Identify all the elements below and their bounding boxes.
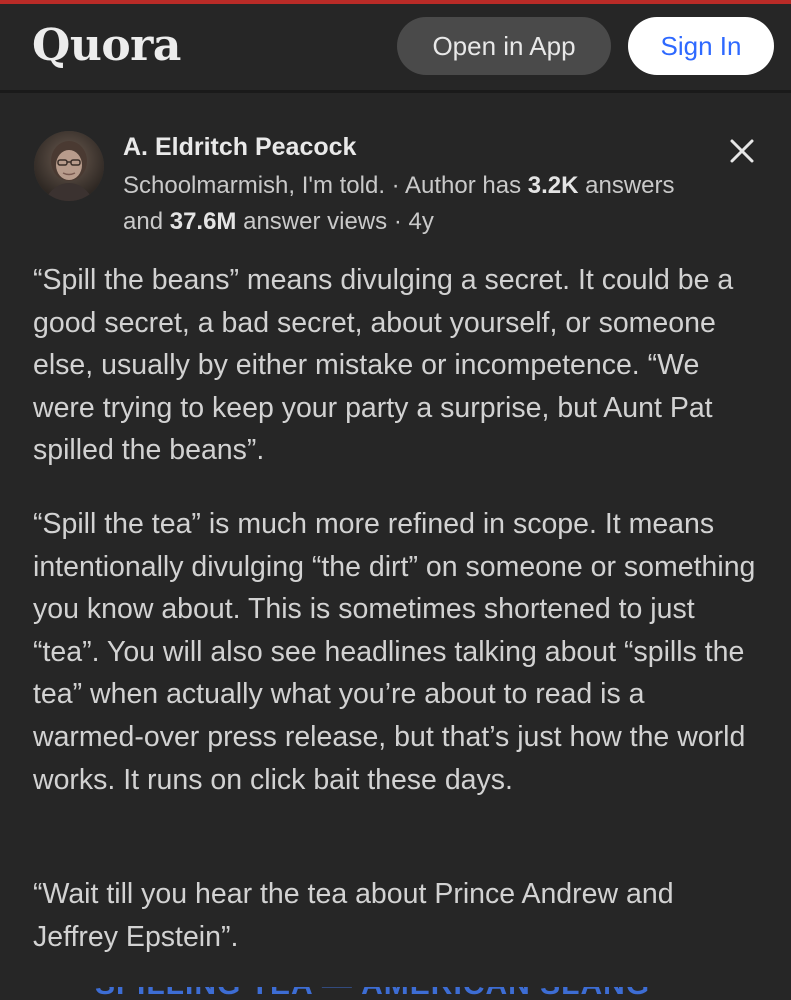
views-prefix: and <box>123 208 170 235</box>
answer-card: A. Eldritch Peacock Schoolmarmish, I'm t… <box>0 93 791 1000</box>
related-link-text: SPILLING TEA — AMERICAN SLANG <box>95 987 650 1000</box>
partial-related-link[interactable]: SPILLING TEA — AMERICAN SLANG <box>95 987 650 1000</box>
answer-paragraph: “Spill the beans” means divulging a secr… <box>33 264 734 467</box>
views-count: 37.6M <box>169 208 237 235</box>
answers-suffix: answers <box>578 172 675 199</box>
open-in-app-button[interactable]: Open in App <box>397 17 611 75</box>
author-views-line: and 37.6M answer views · 4y <box>123 208 434 236</box>
sign-in-button[interactable]: Sign In <box>628 17 774 75</box>
answers-prefix: · Author has <box>391 172 528 199</box>
answer-age[interactable]: · 4y <box>394 208 434 235</box>
author-name[interactable]: A. Eldritch Peacock <box>123 133 356 162</box>
quora-logo[interactable]: Quora <box>32 20 181 71</box>
answer-paragraph: “Wait till you hear the tea about Prince… <box>33 878 674 953</box>
author-credential-line: Schoolmarmish, I'm told. · Author has 3.… <box>123 172 675 200</box>
top-header: Quora Open in App Sign In <box>0 4 791 93</box>
author-credential[interactable]: Schoolmarmish, I'm told. <box>123 172 385 199</box>
close-icon[interactable] <box>726 135 758 167</box>
answer-paragraph: “Spill the tea” is much more refined in … <box>33 508 756 796</box>
views-suffix: answer views <box>236 208 388 235</box>
author-avatar[interactable] <box>34 131 104 201</box>
answers-count: 3.2K <box>527 172 579 199</box>
